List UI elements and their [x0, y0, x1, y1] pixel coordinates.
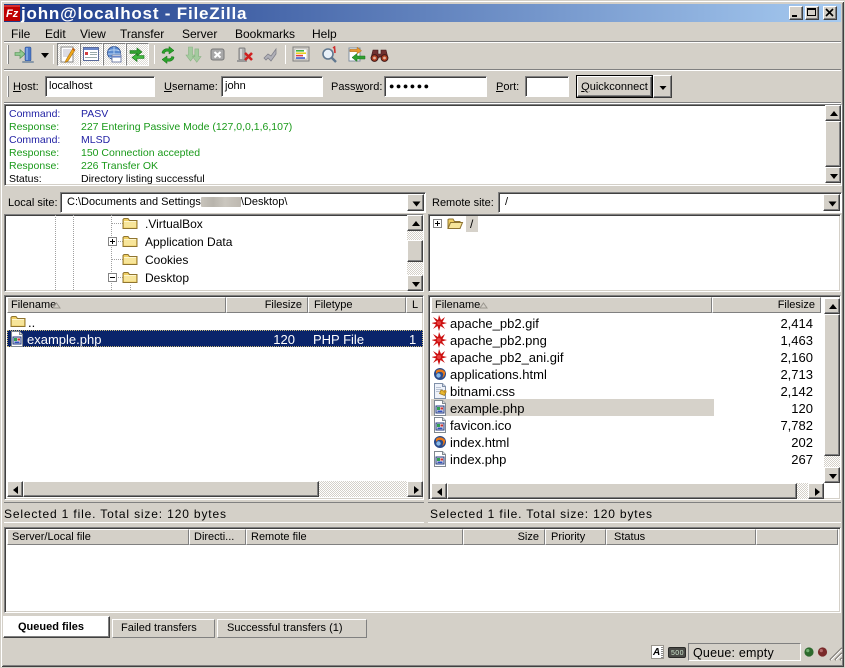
svg-text:Fz: Fz — [6, 8, 19, 20]
